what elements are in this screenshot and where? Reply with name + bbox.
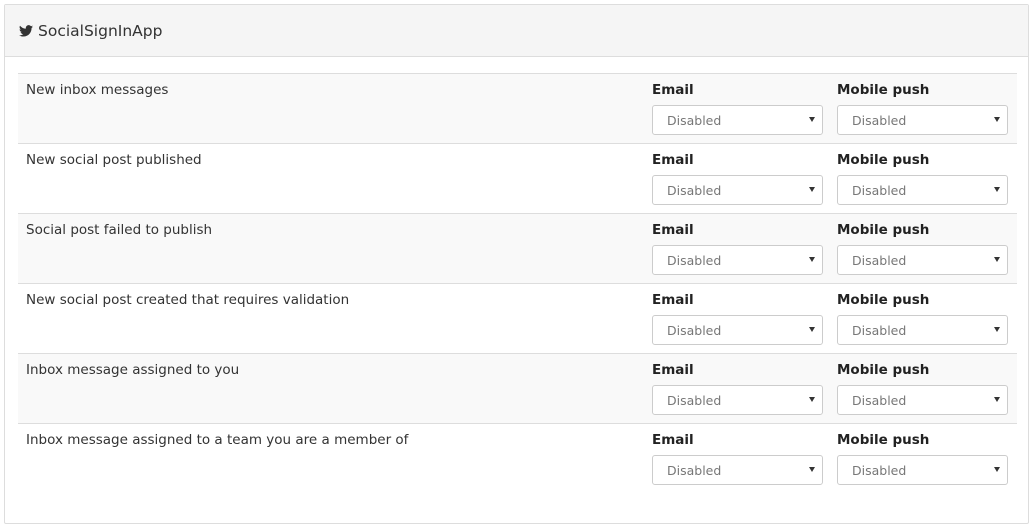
email-column: Email Disabled (652, 361, 823, 415)
email-column-title: Email (652, 292, 694, 308)
table-row: New inbox messages Email Disabled Mobile… (18, 74, 1017, 144)
push-column-title: Mobile push (837, 292, 930, 308)
table-row: New social post published Email Disabled… (18, 144, 1017, 214)
email-column: Email Disabled (652, 221, 823, 275)
table-row: Social post failed to publish Email Disa… (18, 214, 1017, 284)
push-select[interactable]: Disabled (837, 385, 1008, 415)
push-column-title: Mobile push (837, 432, 930, 448)
table-row: New social post created that requires va… (18, 284, 1017, 354)
email-select[interactable]: Disabled (652, 315, 823, 345)
caret-down-icon (809, 327, 815, 332)
push-column-title: Mobile push (837, 82, 930, 98)
email-select[interactable]: Disabled (652, 455, 823, 485)
table-row: Inbox message assigned to you Email Disa… (18, 354, 1017, 424)
push-select[interactable]: Disabled (837, 175, 1008, 205)
email-column-title: Email (652, 222, 694, 238)
caret-down-icon (809, 257, 815, 262)
push-column: Mobile push Disabled (837, 431, 1008, 485)
push-column: Mobile push Disabled (837, 221, 1008, 275)
push-column: Mobile push Disabled (837, 151, 1008, 205)
email-select-value: Disabled (667, 322, 722, 338)
push-column-title: Mobile push (837, 222, 930, 238)
row-label: Inbox message assigned to you (26, 362, 240, 378)
push-select-value: Disabled (852, 112, 907, 128)
push-select-value: Disabled (852, 322, 907, 338)
email-column: Email Disabled (652, 431, 823, 485)
push-select[interactable]: Disabled (837, 455, 1008, 485)
email-select-value: Disabled (667, 112, 722, 128)
email-select[interactable]: Disabled (652, 175, 823, 205)
caret-down-icon (994, 327, 1000, 332)
push-column: Mobile push Disabled (837, 361, 1008, 415)
email-column-title: Email (652, 362, 694, 378)
panel-heading: SocialSignInApp (5, 5, 1028, 57)
row-label: New inbox messages (26, 82, 169, 98)
email-select[interactable]: Disabled (652, 245, 823, 275)
push-column-title: Mobile push (837, 152, 930, 168)
caret-down-icon (994, 257, 1000, 262)
caret-down-icon (809, 117, 815, 122)
caret-down-icon (809, 187, 815, 192)
twitter-icon (19, 24, 33, 37)
email-column-title: Email (652, 82, 694, 98)
row-label: Inbox message assigned to a team you are… (26, 432, 409, 448)
push-column: Mobile push Disabled (837, 81, 1008, 135)
email-select[interactable]: Disabled (652, 105, 823, 135)
push-select-value: Disabled (852, 392, 907, 408)
email-column: Email Disabled (652, 81, 823, 135)
row-label: New social post created that requires va… (26, 292, 350, 308)
caret-down-icon (994, 467, 1000, 472)
caret-down-icon (994, 187, 1000, 192)
panel-title: SocialSignInApp (38, 21, 163, 40)
email-select[interactable]: Disabled (652, 385, 823, 415)
push-select-value: Disabled (852, 252, 907, 268)
email-select-value: Disabled (667, 462, 722, 478)
email-column-title: Email (652, 432, 694, 448)
notification-settings-panel: SocialSignInApp New inbox messages Email… (4, 4, 1029, 524)
email-select-value: Disabled (667, 182, 722, 198)
caret-down-icon (809, 397, 815, 402)
email-select-value: Disabled (667, 392, 722, 408)
push-column: Mobile push Disabled (837, 291, 1008, 345)
notification-table: New inbox messages Email Disabled Mobile… (18, 73, 1017, 494)
push-column-title: Mobile push (837, 362, 930, 378)
push-select[interactable]: Disabled (837, 105, 1008, 135)
push-select[interactable]: Disabled (837, 315, 1008, 345)
row-label: Social post failed to publish (26, 222, 213, 238)
email-column: Email Disabled (652, 151, 823, 205)
row-label: New social post published (26, 152, 202, 168)
push-select[interactable]: Disabled (837, 245, 1008, 275)
caret-down-icon (994, 397, 1000, 402)
push-select-value: Disabled (852, 182, 907, 198)
caret-down-icon (809, 467, 815, 472)
email-column: Email Disabled (652, 291, 823, 345)
email-column-title: Email (652, 152, 694, 168)
email-select-value: Disabled (667, 252, 722, 268)
caret-down-icon (994, 117, 1000, 122)
table-row: Inbox message assigned to a team you are… (18, 424, 1017, 494)
push-select-value: Disabled (852, 462, 907, 478)
